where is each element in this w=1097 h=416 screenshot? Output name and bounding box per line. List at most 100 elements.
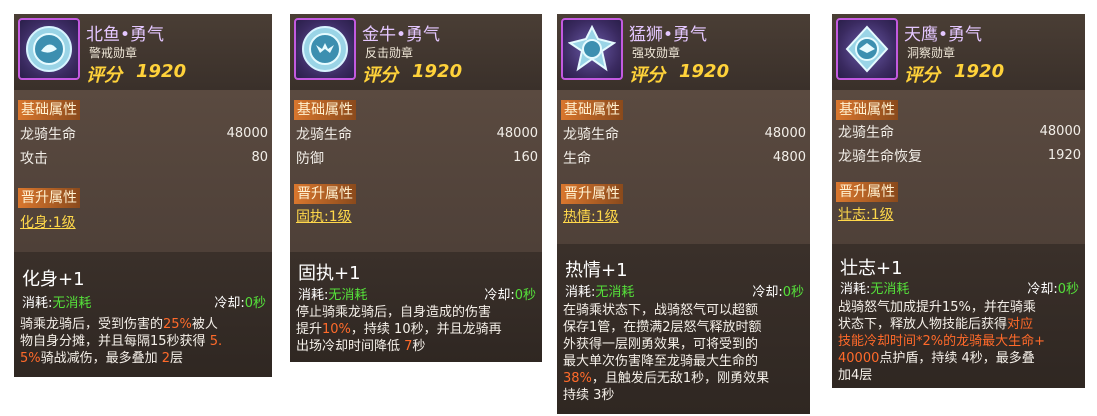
promotion-skill-link[interactable]: 固执:1级 [296, 206, 352, 226]
cooldown-value: 0秒 [1057, 282, 1079, 297]
desc-line: 出场冷却时间降低 7秒 [296, 338, 536, 355]
desc-text: 点护盾，持续 4秒，最多叠 [879, 351, 1035, 366]
desc-highlight: 对应 [1007, 317, 1034, 332]
desc-line: 保存1管，在攒满2层怒气释放时额 [563, 319, 804, 336]
desc-line: 40000点护盾，持续 4秒，最多叠 [838, 350, 1079, 367]
skill-description: 战骑怒气加成提升15%，并在骑乘 状态下，释放人物技能后获得对应 技能冷却时间*… [838, 299, 1079, 384]
stat-value: 48000 [496, 126, 538, 141]
cooldown-label: 冷却: [484, 288, 515, 303]
desc-text: 最大单次伤害降至龙骑最大生命的 [563, 354, 759, 369]
desc-highlight: 5% [20, 351, 41, 366]
base-attributes-title: 基础属性 [294, 100, 356, 120]
desc-text: 秒 [412, 339, 426, 354]
base-attributes-title: 基础属性 [18, 100, 80, 120]
cooldown-label: 冷却: [214, 296, 245, 311]
promotion-attributes-title: 晋升属性 [18, 188, 80, 208]
desc-line: 在骑乘状态下，战骑怒气可以超额 [563, 302, 804, 319]
medal-icon-frame[interactable] [18, 18, 80, 80]
desc-line: 停止骑乘龙骑后，自身造成的伤害 [296, 304, 536, 321]
desc-line: 加4层 [838, 367, 1079, 384]
stat-label: 攻击 [20, 151, 48, 167]
consume-value: 无消耗 [870, 282, 910, 297]
cooldown-text: 冷却:0秒 [1027, 278, 1079, 297]
stat-label: 龙骑生命 [20, 127, 76, 143]
promotion-skill-link[interactable]: 热情:1级 [563, 206, 619, 226]
stat-label: 龙骑生命恢复 [838, 149, 922, 165]
desc-line: 持续 3秒 [563, 387, 804, 404]
desc-text: 持续 3秒 [563, 388, 615, 403]
skill-name: 化身+1 [22, 269, 85, 290]
desc-text: 停止骑乘龙骑后，自身造成的伤害 [296, 305, 492, 320]
desc-highlight: 25% [163, 317, 192, 332]
score-label: 评分 [629, 65, 665, 86]
desc-text: 战骑怒气加成提升15%，并在骑乘 [838, 300, 1036, 315]
desc-text: 骑战减伤，最多叠加 [40, 351, 162, 366]
consume-value: 无消耗 [52, 296, 92, 311]
medal-name: 天鹰•勇气 [904, 25, 983, 45]
consume-text: 消耗:无消耗 [840, 278, 909, 297]
medal-icon-frame[interactable] [836, 18, 898, 80]
consume-label: 消耗: [298, 288, 329, 303]
consume-label: 消耗: [840, 282, 871, 297]
stat-value: 48000 [764, 126, 806, 141]
cooldown-value: 0秒 [782, 285, 804, 300]
consume-value: 无消耗 [595, 285, 635, 300]
promotion-attributes-title: 晋升属性 [836, 182, 898, 202]
desc-line: 外获得一层刚勇效果，可将受到的 [563, 336, 804, 353]
desc-line: 5%骑战减伤，最多叠加 2层 [20, 350, 266, 367]
promotion-skill-link[interactable]: 化身:1级 [20, 212, 76, 232]
desc-text: 骑乘龙骑后，受到伤害的 [20, 317, 164, 332]
medal-name: 金牛•勇气 [362, 25, 441, 45]
stat-label: 龙骑生命 [296, 127, 352, 143]
stat-value: 4800 [772, 150, 806, 165]
desc-line: 战骑怒气加成提升15%，并在骑乘 [838, 299, 1079, 316]
skill-description: 停止骑乘龙骑后，自身造成的伤害 提升10%，持续 10秒，并且龙骑再 出场冷却时… [296, 304, 536, 355]
consume-label: 消耗: [565, 285, 596, 300]
skill-name: 热情+1 [565, 260, 628, 281]
cooldown-label: 冷却: [1027, 282, 1058, 297]
stat-label: 生命 [563, 151, 591, 167]
stat-value: 80 [251, 150, 268, 165]
skill-description: 在骑乘状态下，战骑怒气可以超额 保存1管，在攒满2层怒气释放时额 外获得一层刚勇… [563, 302, 804, 404]
stat-value: 48000 [1039, 124, 1081, 139]
medal-card-fierce-lion: 猛狮•勇气 强攻勋章 评分 1920 基础属性 龙骑生命 48000 生命 48… [557, 14, 810, 414]
score-label: 评分 [86, 65, 122, 86]
score-value: 1920 [412, 61, 463, 82]
medal-badge-icon [302, 26, 348, 72]
desc-text: 加4层 [838, 368, 873, 383]
stat-value: 1920 [1047, 148, 1081, 163]
score-value: 1920 [136, 61, 187, 82]
medal-card-sky-eagle: 天鹰•勇气 洞察勋章 评分 1920 基础属性 龙骑生命 48000 龙骑生命恢… [832, 14, 1085, 388]
desc-text: 外获得一层刚勇效果，可将受到的 [563, 337, 759, 352]
cooldown-text: 冷却:0秒 [484, 284, 536, 303]
desc-text: 提升 [296, 322, 323, 337]
score-label: 评分 [362, 65, 398, 86]
consume-text: 消耗:无消耗 [22, 292, 91, 311]
cooldown-text: 冷却:0秒 [752, 281, 804, 300]
score-label: 评分 [904, 65, 940, 86]
medal-type: 反击勋章 [365, 46, 414, 60]
medal-icon-frame[interactable] [561, 18, 623, 80]
medal-badge-icon [26, 26, 72, 72]
desc-highlight: 10% [322, 322, 351, 337]
desc-text: 出场冷却时间降低 [296, 339, 405, 354]
promotion-attributes-title: 晋升属性 [561, 184, 623, 204]
desc-line: 提升10%，持续 10秒，并且龙骑再 [296, 321, 536, 338]
consume-label: 消耗: [22, 296, 53, 311]
medal-type: 洞察勋章 [907, 46, 956, 60]
desc-highlight: 5. [209, 334, 223, 349]
cooldown-text: 冷却:0秒 [214, 292, 266, 311]
medal-card-golden-bull: 金牛•勇气 反击勋章 评分 1920 基础属性 龙骑生命 48000 防御 16… [290, 14, 542, 362]
desc-text: 层 [170, 351, 184, 366]
skill-name: 固执+1 [298, 263, 361, 284]
stat-label: 龙骑生命 [838, 125, 894, 141]
medal-icon-frame[interactable] [294, 18, 356, 80]
stat-value: 48000 [226, 126, 268, 141]
stat-label: 防御 [296, 151, 324, 167]
promotion-skill-link[interactable]: 壮志:1级 [838, 204, 894, 224]
desc-line: 骑乘龙骑后，受到伤害的25%被人 [20, 316, 266, 333]
medal-type: 强攻勋章 [632, 46, 681, 60]
desc-highlight: 40000 [838, 351, 880, 366]
desc-line: 最大单次伤害降至龙骑最大生命的 [563, 353, 804, 370]
consume-value: 无消耗 [328, 288, 368, 303]
